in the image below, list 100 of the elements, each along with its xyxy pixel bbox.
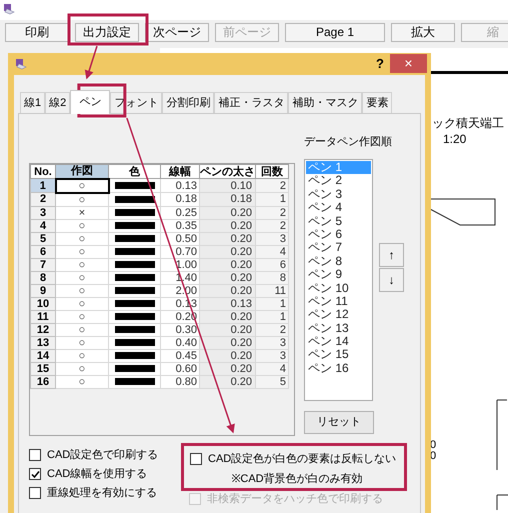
list-item[interactable]: ペン 2 <box>306 174 371 188</box>
list-item[interactable]: ペン 15 <box>306 348 371 362</box>
list-item[interactable]: ペン 7 <box>306 241 371 255</box>
row-number: 4 <box>30 219 56 232</box>
tab[interactable]: 線2 <box>45 92 70 113</box>
tab[interactable]: 線1 <box>20 92 46 113</box>
table-cell: ○ <box>56 349 108 362</box>
table-cell: 0.13 <box>160 178 200 192</box>
row-number: 8 <box>30 271 56 284</box>
table-cell: 1 <box>256 310 288 323</box>
table-cell: 0.20 <box>200 245 256 258</box>
table-cell: ○ <box>56 362 108 375</box>
tab[interactable]: フォント <box>110 92 162 113</box>
note-text: ※CAD背景色が白のみ有効 <box>230 472 364 487</box>
list-item[interactable]: ペン 9 <box>306 268 371 282</box>
list-item[interactable]: ペン 13 <box>306 322 371 336</box>
help-button[interactable]: ? <box>372 55 388 73</box>
column-header: No. <box>30 164 56 178</box>
table-cell: 0.20 <box>200 232 256 245</box>
close-button[interactable]: × <box>390 54 427 73</box>
row-number: 13 <box>30 336 56 349</box>
table-cell: ○ <box>56 297 108 310</box>
list-item[interactable]: ペン 11 <box>306 294 371 308</box>
up-button[interactable]: ↑ <box>379 243 404 267</box>
row-number: 10 <box>30 297 56 310</box>
list-item[interactable]: ペン 12 <box>306 308 371 322</box>
table-cell: 11 <box>256 284 288 297</box>
table-cell: 2 <box>256 178 288 192</box>
column-header: 回数 <box>256 164 288 178</box>
row-number: 6 <box>30 245 56 258</box>
table-cell: ○ <box>56 232 108 245</box>
list-label: データペン作図順 <box>304 135 393 150</box>
table-cell: ○ <box>56 375 108 388</box>
table-cell: 0.20 <box>200 219 256 232</box>
tab[interactable]: 補助・マスク <box>288 92 362 113</box>
table-cell: ○ <box>56 258 108 271</box>
list-item[interactable]: ペン 3 <box>306 188 371 202</box>
table-cell: ○ <box>56 245 108 258</box>
table-cell: 6 <box>256 258 288 271</box>
checkbox-label: CAD線幅を使用する <box>47 466 148 482</box>
table-cell: 0.45 <box>160 349 200 362</box>
table-cell: ○ <box>56 284 108 297</box>
table-cell: ○ <box>56 219 108 232</box>
table-cell: 3 <box>256 336 288 349</box>
list-item[interactable]: ペン 16 <box>306 362 371 376</box>
checkbox-label: 非検索データをハッチ色で印刷する <box>207 492 383 507</box>
tab[interactable]: 補正・ラスタ <box>214 92 288 113</box>
row-number: 3 <box>30 206 56 219</box>
tab[interactable]: ペン <box>70 90 110 114</box>
table-cell: 0.60 <box>160 362 200 375</box>
row-number: 2 <box>30 192 56 206</box>
row-number: 16 <box>30 375 56 388</box>
table-cell: 0.10 <box>200 178 256 192</box>
table-cell: ○ <box>56 323 108 336</box>
row-number: 9 <box>30 284 56 297</box>
table-cell: 4 <box>256 362 288 375</box>
table-cell: 0.13 <box>200 297 256 310</box>
table-cell: 0.25 <box>160 206 200 219</box>
page-field[interactable]: Page 1 <box>285 22 385 42</box>
table-cell: ○ <box>56 336 108 349</box>
column-header: 作図 <box>56 164 108 178</box>
table-cell: 0.40 <box>160 336 200 349</box>
table-cell: 8 <box>256 271 288 284</box>
toolbar-button[interactable]: 拡大 <box>391 22 455 42</box>
table-cell: 0.20 <box>200 323 256 336</box>
table-cell: ○ <box>56 310 108 323</box>
list-item[interactable]: ペン 8 <box>306 254 371 268</box>
row-number: 12 <box>30 323 56 336</box>
table-cell: ○ <box>56 271 108 284</box>
table-cell: × <box>56 206 108 219</box>
table-cell: 0.20 <box>200 258 256 271</box>
reset-button[interactable]: リセット <box>304 411 374 434</box>
toolbar-button[interactable]: 出力設定 <box>75 22 139 42</box>
row-number: 14 <box>30 349 56 362</box>
toolbar-button[interactable]: 印刷 <box>5 22 69 42</box>
checkbox-label: CAD設定色で印刷する <box>47 448 158 463</box>
table-cell: 3 <box>256 232 288 245</box>
column-header: ペンの太さ <box>200 164 256 178</box>
table-cell: 0.80 <box>160 375 200 388</box>
row-number: 5 <box>30 232 56 245</box>
list-item[interactable]: ペン 14 <box>306 335 371 348</box>
list-item[interactable]: ペン 4 <box>306 201 371 215</box>
column-header: 色 <box>108 164 160 178</box>
table-cell: 0.20 <box>200 206 256 219</box>
column-header: 線幅 <box>160 164 200 178</box>
down-button[interactable]: ↓ <box>379 268 404 292</box>
list-item[interactable]: ペン 6 <box>306 228 371 242</box>
table-cell: 0.20 <box>200 271 256 284</box>
list-item[interactable]: ペン 10 <box>306 282 371 295</box>
toolbar-button[interactable]: 次ページ <box>145 22 209 42</box>
table-cell: 4 <box>256 245 288 258</box>
tab[interactable]: 分割印刷 <box>162 92 214 113</box>
table-cell: 0.20 <box>200 284 256 297</box>
tab[interactable]: 要素 <box>362 92 392 113</box>
row-number: 1 <box>30 178 56 192</box>
table-cell: 0.20 <box>200 310 256 323</box>
list-item[interactable]: ペン 5 <box>306 214 371 228</box>
checkbox-label: CAD設定色が白色の要素は反転しない <box>208 452 396 467</box>
table-cell: 1 <box>256 297 288 310</box>
table-cell: 2 <box>256 323 288 336</box>
